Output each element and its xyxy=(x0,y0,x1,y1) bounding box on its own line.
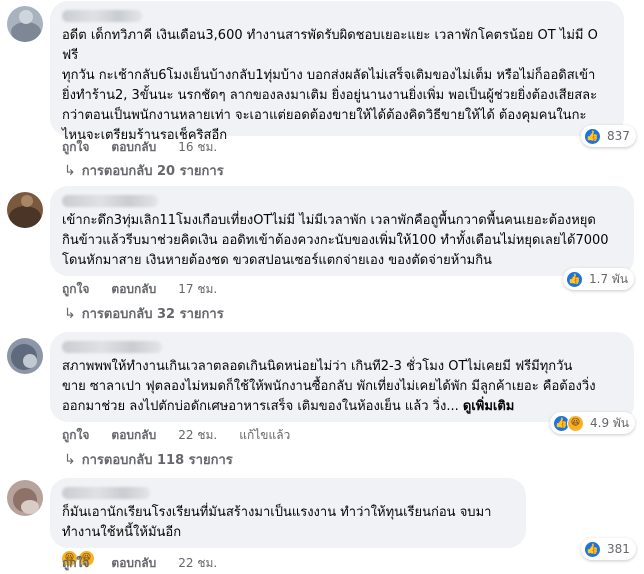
reply-button[interactable]: ตอบกลับ xyxy=(111,426,156,445)
timestamp[interactable]: 22 ชม. xyxy=(178,426,217,445)
view-replies-button[interactable]: ↳ การตอบกลับ 20 รายการ xyxy=(64,160,224,181)
view-replies-button[interactable]: ↳ การตอบกลับ 32 รายการ xyxy=(64,303,224,324)
comment-1: อดีต เด็กทวิภาคี เงินเดือน3,600 ทำงานสาร… xyxy=(0,0,644,180)
reaction-summary[interactable]: 👍 😆 4.9 พัน xyxy=(550,412,636,434)
like-button[interactable]: ถูกใจ xyxy=(62,138,89,157)
comment-text: อดีต เด็กทวิภาคี เงินเดือน3,600 ทำงานสาร… xyxy=(62,28,598,143)
comment-actions: ถูกใจ ตอบกลับ 17 ชม. xyxy=(62,280,217,299)
like-button[interactable]: ถูกใจ xyxy=(62,554,89,573)
timestamp[interactable]: 16 ชม. xyxy=(178,138,217,157)
comment-4: ก็มันเอานักเรียนโรงเรียนที่มันสร้างมาเป็… xyxy=(0,476,644,574)
thumbs-up-icon: 👍 xyxy=(584,127,601,145)
replies-label: การตอบกลับ 118 รายการ xyxy=(81,453,233,468)
comment-actions: ถูกใจ ตอบกลับ 16 ชม. xyxy=(62,138,217,157)
edited-label[interactable]: แก้ไขแล้ว xyxy=(239,426,290,445)
comment-bubble: สภาพพพให้ทำงานเกินเวลาตลอดเกินนิดหน่อยไม… xyxy=(50,332,634,422)
avatar[interactable] xyxy=(7,480,43,516)
reaction-count: 1.7 พัน xyxy=(589,271,629,286)
author-name-blurred[interactable] xyxy=(62,195,158,207)
comment-3: สภาพพพให้ทำงานเกินเวลาตลอดเกินนิดหน่อยไม… xyxy=(0,330,644,470)
avatar[interactable] xyxy=(7,6,43,42)
comment-actions: ถูกใจ ตอบกลับ 22 ชม. แก้ไขแล้ว xyxy=(62,426,290,445)
reaction-count: 381 xyxy=(607,542,630,556)
reply-button[interactable]: ตอบกลับ xyxy=(111,554,156,573)
avatar[interactable] xyxy=(7,338,43,374)
author-name-blurred[interactable] xyxy=(62,10,142,22)
comment-bubble: อดีต เด็กทวิภาคี เงินเดือน3,600 ทำงานสาร… xyxy=(50,1,624,143)
reaction-summary[interactable]: 👍 1.7 พัน xyxy=(563,268,635,290)
replies-label: การตอบกลับ 20 รายการ xyxy=(81,164,224,179)
reaction-summary[interactable]: 👍 381 xyxy=(581,538,636,560)
like-button[interactable]: ถูกใจ xyxy=(62,280,89,299)
reaction-count: 837 xyxy=(607,129,630,143)
like-button[interactable]: ถูกใจ xyxy=(62,426,89,445)
reply-button[interactable]: ตอบกลับ xyxy=(111,138,156,157)
comment-text: สภาพพพให้ทำงานเกินเวลาตลอดเกินนิดหน่อยไม… xyxy=(62,357,622,417)
author-name-blurred[interactable] xyxy=(62,341,162,353)
comment-bubble: ก็มันเอานักเรียนโรงเรียนที่มันสร้างมาเป็… xyxy=(50,478,526,566)
reply-arrow-icon: ↳ xyxy=(64,451,76,468)
author-name-blurred[interactable] xyxy=(62,487,150,499)
comment-bubble: เข้ากะดึก3ทุ่มเลิก11โมงเกือบเที่ยงOTไม่ม… xyxy=(50,186,634,276)
reaction-count: 4.9 พัน xyxy=(590,415,630,430)
comment-actions: ถูกใจ ตอบกลับ 22 ชม. xyxy=(62,554,217,573)
timestamp[interactable]: 17 ชม. xyxy=(178,280,217,299)
reply-arrow-icon: ↳ xyxy=(64,162,76,179)
reply-arrow-icon: ↳ xyxy=(64,305,76,322)
comment-text: เข้ากะดึก3ทุ่มเลิก11โมงเกือบเที่ยงOTไม่ม… xyxy=(62,213,609,268)
comment-text: ก็มันเอานักเรียนโรงเรียนที่มันสร้างมาเป็… xyxy=(62,505,492,540)
timestamp[interactable]: 22 ชม. xyxy=(178,554,217,573)
replies-label: การตอบกลับ 32 รายการ xyxy=(81,307,224,322)
laughing-face-icon: 😆 xyxy=(567,414,584,432)
thumbs-up-icon: 👍 xyxy=(584,540,601,558)
reaction-summary[interactable]: 👍 837 xyxy=(581,125,636,147)
see-more-link[interactable]: ดูเพิ่มเติม xyxy=(463,399,514,414)
comment-2: เข้ากะดึก3ทุ่มเลิก11โมงเกือบเที่ยงOTไม่ม… xyxy=(0,184,644,324)
view-replies-button[interactable]: ↳ การตอบกลับ 118 รายการ xyxy=(64,449,233,470)
reply-button[interactable]: ตอบกลับ xyxy=(111,280,156,299)
avatar[interactable] xyxy=(7,192,43,228)
comment-body: สภาพพพให้ทำงานเกินเวลาตลอดเกินนิดหน่อยไม… xyxy=(62,359,596,414)
thumbs-up-icon: 👍 xyxy=(566,270,583,288)
